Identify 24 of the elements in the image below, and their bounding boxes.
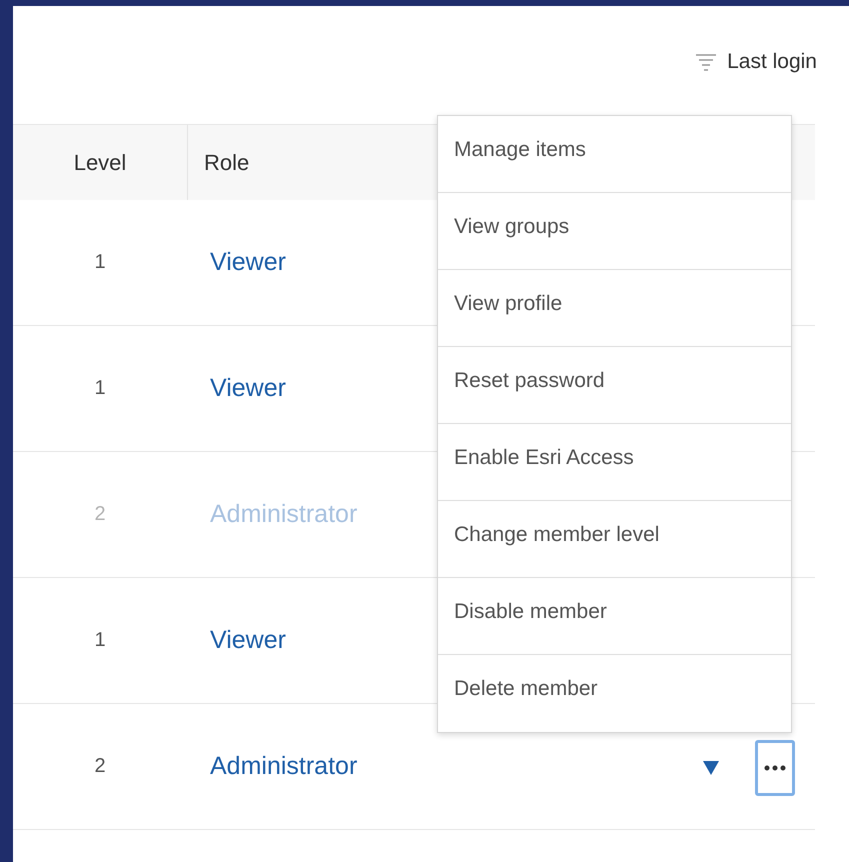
role-link[interactable]: Viewer (187, 374, 286, 403)
table-cell-text: 2 (93, 755, 107, 778)
table-cell-text: 1 (93, 251, 107, 274)
role-link[interactable]: Viewer (187, 248, 286, 277)
caret-icon[interactable] (703, 761, 719, 775)
role-link[interactable]: Administrator (187, 752, 358, 781)
menu-item[interactable]: Disable member (438, 578, 791, 655)
sort-button[interactable]: Last login (695, 50, 817, 74)
table-cell-text: 1 (93, 377, 107, 400)
menu-item[interactable]: Enable Esri Access (438, 424, 791, 501)
menu-item[interactable]: Manage items (438, 116, 791, 193)
menu-item[interactable]: Change member level (438, 501, 791, 578)
menu-item[interactable]: Delete member (438, 655, 791, 732)
menu-item[interactable]: View profile (438, 270, 791, 347)
menu-item[interactable]: View groups (438, 193, 791, 270)
sort-icon (695, 53, 718, 71)
column-header[interactable]: Role (188, 150, 250, 176)
table-cell-text: 1 (93, 629, 107, 652)
menu-item[interactable]: Reset password (438, 347, 791, 424)
more-icon (764, 765, 786, 771)
more-button[interactable] (755, 740, 795, 796)
column-header[interactable]: Level (13, 150, 187, 176)
role-link[interactable]: Viewer (187, 626, 286, 655)
table-cell-text: 2 (93, 503, 107, 526)
